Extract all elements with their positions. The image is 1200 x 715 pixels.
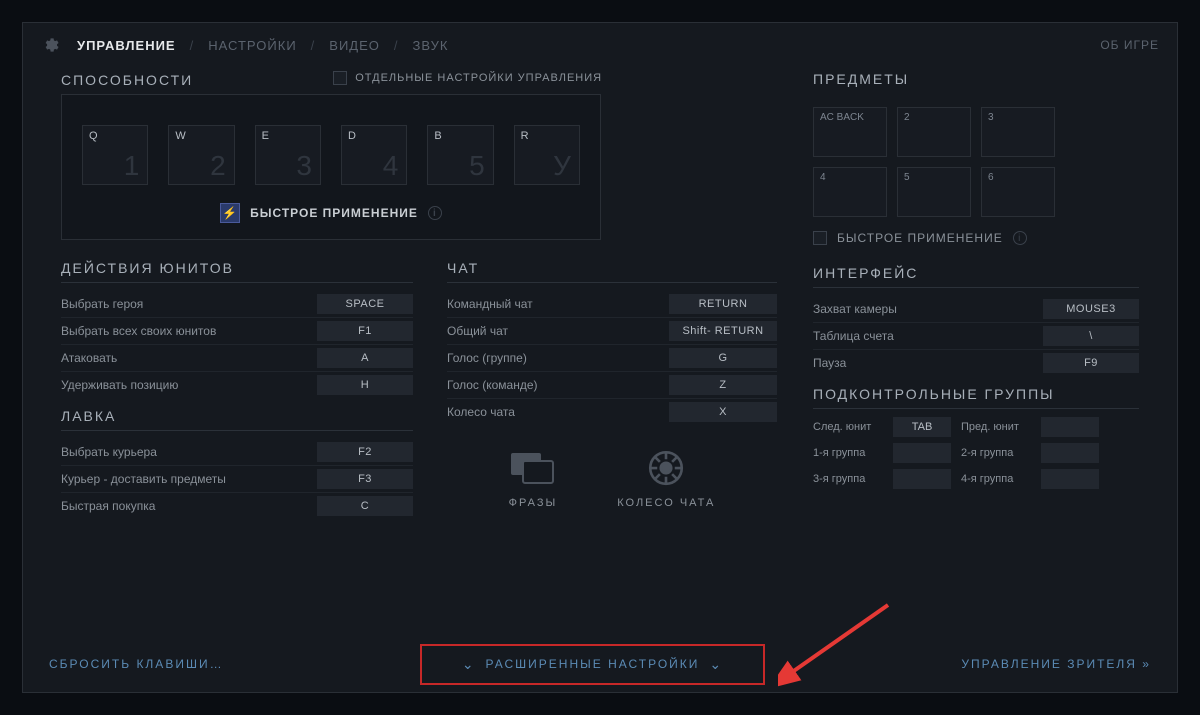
ability-slot-3[interactable]: E3	[255, 125, 321, 185]
tab-controls[interactable]: УПРАВЛЕНИЕ	[77, 38, 176, 53]
checkbox-icon	[333, 71, 347, 85]
keybind-value[interactable]: C	[317, 496, 413, 516]
abilities-quickcast[interactable]: ⚡ БЫСТРОЕ ПРИМЕНЕНИЕ i	[82, 203, 580, 223]
keybind-value[interactable]: MOUSE3	[1043, 299, 1139, 319]
items-quickcast[interactable]: БЫСТРОЕ ПРИМЕНЕНИЕ i	[813, 231, 1139, 245]
tab-settings[interactable]: НАСТРОЙКИ	[208, 38, 296, 53]
spectator-controls-link[interactable]: УПРАВЛЕНИЕ ЗРИТЕЛЯ »	[961, 657, 1151, 671]
keybind-value[interactable]: X	[669, 402, 777, 422]
item-slot-2[interactable]: 2	[897, 107, 971, 157]
ability-slot-6[interactable]: RУ	[514, 125, 580, 185]
keybind-value[interactable]: F3	[317, 469, 413, 489]
chat-wheel-icon	[642, 447, 690, 489]
keybind-row: Захват камерыMOUSE3	[813, 296, 1139, 323]
keybind-row: Таблица счета\	[813, 323, 1139, 350]
keybind-row: Курьер - доставить предметыF3	[61, 466, 413, 493]
interface-list: Захват камерыMOUSE3Таблица счета\ПаузаF9	[813, 296, 1139, 376]
bottom-bar: СБРОСИТЬ КЛАВИШИ… ⌄ РАСШИРЕННЫЕ НАСТРОЙК…	[23, 636, 1177, 692]
checkbox-icon	[813, 231, 827, 245]
chat-list: Командный чатRETURNОбщий чатShift- RETUR…	[447, 291, 777, 425]
shop-title: ЛАВКА	[61, 408, 413, 431]
gear-icon	[41, 36, 59, 54]
abilities-title: СПОСОБНОСТИ	[61, 72, 193, 94]
group-1-key[interactable]	[893, 443, 951, 463]
keybind-value[interactable]: \	[1043, 326, 1139, 346]
topbar: УПРАВЛЕНИЕ / НАСТРОЙКИ / ВИДЕО / ЗВУК ОБ…	[23, 23, 1177, 67]
tab-audio[interactable]: ЗВУК	[413, 38, 449, 53]
info-icon: i	[428, 206, 442, 220]
keybind-value[interactable]: F1	[317, 321, 413, 341]
keybind-row: Удерживать позициюH	[61, 372, 413, 398]
keybind-row: Выбрать герояSPACE	[61, 291, 413, 318]
keybind-value[interactable]: Shift- RETURN	[669, 321, 777, 341]
control-groups: След. юнит TAB Пред. юнит 1-я группа 2-я…	[813, 417, 1139, 489]
next-unit-key[interactable]: TAB	[893, 417, 951, 437]
unit-actions-list: Выбрать герояSPACEВыбрать всех своих юни…	[61, 291, 413, 398]
keybind-row: Выбрать курьераF2	[61, 439, 413, 466]
chat-wheel-button[interactable]: КОЛЕСО ЧАТА	[617, 447, 715, 509]
advanced-settings-button[interactable]: ⌄ РАСШИРЕННЫЕ НАСТРОЙКИ ⌄	[420, 644, 765, 685]
keybind-row: Общий чатShift- RETURN	[447, 318, 777, 345]
keybind-value[interactable]: Z	[669, 375, 777, 395]
keybind-value[interactable]: A	[317, 348, 413, 368]
keybind-value[interactable]: F9	[1043, 353, 1139, 373]
ability-slot-1[interactable]: Q1	[82, 125, 148, 185]
chevron-down-icon: ⌄	[709, 656, 723, 673]
groups-title: ПОДКОНТРОЛЬНЫЕ ГРУППЫ	[813, 386, 1139, 409]
item-slot-6[interactable]: 6	[981, 167, 1055, 217]
phrases-icon	[509, 447, 557, 489]
group-2-key[interactable]	[1041, 443, 1099, 463]
item-slot-3[interactable]: 3	[981, 107, 1055, 157]
separate-controls-checkbox[interactable]: ОТДЕЛЬНЫЕ НАСТРОЙКИ УПРАВЛЕНИЯ	[333, 71, 602, 85]
ability-slot-2[interactable]: W2	[168, 125, 234, 185]
reset-keys-link[interactable]: СБРОСИТЬ КЛАВИШИ…	[49, 657, 224, 671]
phrases-button[interactable]: ФРАЗЫ	[509, 447, 558, 509]
keybind-row: Колесо чатаX	[447, 399, 777, 425]
chat-title: ЧАТ	[447, 260, 777, 283]
about-link[interactable]: ОБ ИГРЕ	[1100, 38, 1159, 52]
keybind-value[interactable]: SPACE	[317, 294, 413, 314]
group-4-key[interactable]	[1041, 469, 1099, 489]
unit-actions-title: ДЕЙСТВИЯ ЮНИТОВ	[61, 260, 413, 283]
keybind-row: Голос (команде)Z	[447, 372, 777, 399]
keybind-value[interactable]: H	[317, 375, 413, 395]
quickcast-icon: ⚡	[220, 203, 240, 223]
tab-video[interactable]: ВИДЕО	[329, 38, 380, 53]
ability-slot-5[interactable]: B5	[427, 125, 493, 185]
chevron-down-icon: ⌄	[462, 656, 476, 673]
item-slot-4[interactable]: 4	[813, 167, 887, 217]
interface-title: ИНТЕРФЕЙС	[813, 265, 1139, 288]
keybind-row: Быстрая покупкаC	[61, 493, 413, 519]
settings-panel: УПРАВЛЕНИЕ / НАСТРОЙКИ / ВИДЕО / ЗВУК ОБ…	[22, 22, 1178, 693]
keybind-value[interactable]: RETURN	[669, 294, 777, 314]
prev-unit-key[interactable]	[1041, 417, 1099, 437]
keybind-row: Голос (группе)G	[447, 345, 777, 372]
keybind-value[interactable]: F2	[317, 442, 413, 462]
keybind-row: АтаковатьA	[61, 345, 413, 372]
keybind-row: Командный чатRETURN	[447, 291, 777, 318]
group-3-key[interactable]	[893, 469, 951, 489]
ability-slot-4[interactable]: D4	[341, 125, 407, 185]
info-icon: i	[1013, 231, 1027, 245]
items-title: ПРЕДМЕТЫ	[813, 71, 1139, 93]
keybind-row: Выбрать всех своих юнитовF1	[61, 318, 413, 345]
item-slot-1[interactable]: AC BACK	[813, 107, 887, 157]
items-grid: AC BACK23 456	[813, 107, 1139, 217]
nav-tabs: УПРАВЛЕНИЕ / НАСТРОЙКИ / ВИДЕО / ЗВУК	[77, 38, 448, 53]
item-slot-5[interactable]: 5	[897, 167, 971, 217]
keybind-value[interactable]: G	[669, 348, 777, 368]
shop-list: Выбрать курьераF2Курьер - доставить пред…	[61, 439, 413, 519]
abilities-box: Q1 W2 E3 D4 B5 RУ ⚡ БЫСТРОЕ ПРИМЕНЕНИЕ i	[61, 94, 601, 240]
keybind-row: ПаузаF9	[813, 350, 1139, 376]
